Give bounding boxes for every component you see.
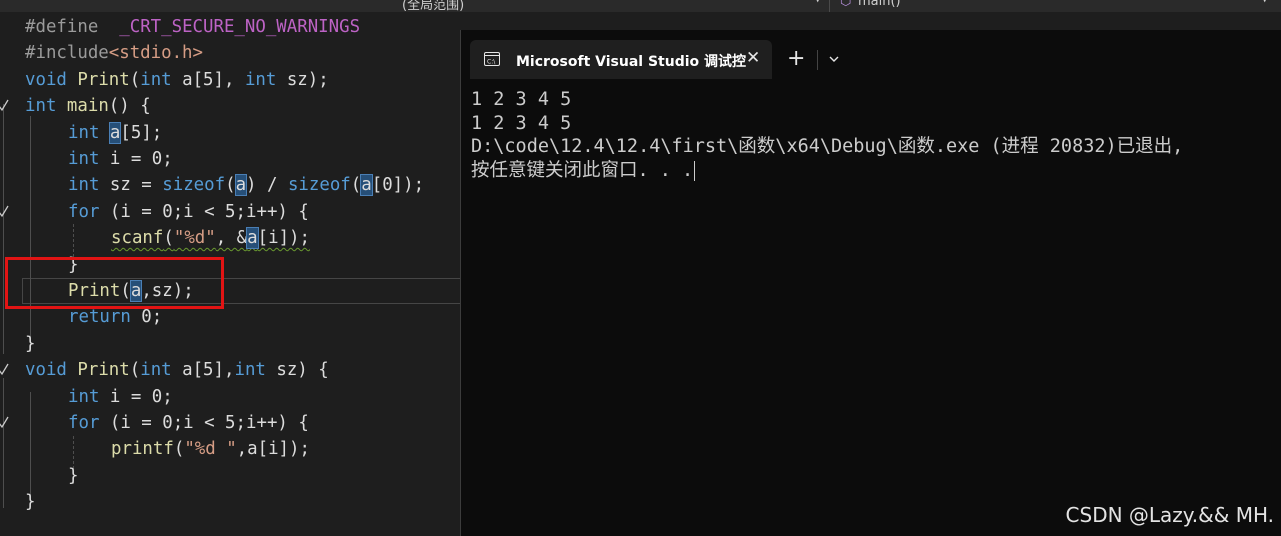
chevron-down-icon[interactable] [828, 53, 840, 65]
annotation-highlight-box [5, 257, 224, 309]
highlighted-symbol[interactable]: a [246, 227, 259, 249]
code-text: i = 0; [99, 149, 173, 169]
keyword: int [68, 123, 100, 143]
code-text: 0; [130, 307, 163, 327]
string-literal: "%d" [173, 228, 216, 248]
member-dropdown[interactable]: main() [858, 0, 901, 9]
code-line-5: int a[5]; [0, 120, 460, 146]
svg-text:C:\: C:\ [487, 59, 496, 66]
code-text: (i = 0;i < 5;i++) { [99, 202, 309, 222]
code-line-17: printf("%d ",a[i]); [111, 439, 310, 459]
code-line-1: #define _CRT_SECURE_NO_WARNINGS [0, 14, 460, 40]
cube-icon: ⬡ [840, 0, 852, 9]
macro-name: _CRT_SECURE_NO_WARNINGS [119, 17, 361, 37]
code-text: a[5], [171, 360, 235, 380]
preprocessor-directive: #include [25, 43, 109, 63]
editor-navigation-bar: (全局范围) ▾ ⬡ main() ▾ [0, 0, 1281, 12]
code-line-7: int sz = sizeof(a) / sizeof(a[0]); [68, 174, 425, 196]
chevron-down-icon[interactable]: ▾ [815, 0, 820, 6]
highlighted-symbol[interactable]: a [234, 174, 248, 196]
code-text: , & [215, 228, 248, 248]
console-output-line: 1 2 3 4 5 [471, 89, 572, 110]
code-text: } [68, 466, 79, 486]
keyword: int [68, 149, 100, 169]
code-line-15: int i = 0; [0, 384, 460, 410]
code-text: (i = 0;i < 5;i++) { [99, 413, 309, 433]
collapse-check-icon[interactable] [0, 360, 10, 378]
function-name: Print [77, 360, 130, 380]
code-line-4: int main() { [0, 93, 460, 119]
collapse-check-icon[interactable] [0, 413, 10, 431]
console-tab[interactable]: C:\ Microsoft Visual Studio 调试控 ✕ [470, 40, 772, 79]
code-line-9: scanf("%d", &a[i]); [111, 227, 310, 249]
code-text: sz) { [265, 360, 329, 380]
keyword: void [25, 360, 67, 380]
close-icon[interactable]: ✕ [746, 48, 760, 68]
collapse-check-icon[interactable] [0, 96, 10, 114]
keyword: int [140, 360, 172, 380]
toolbar-divider [829, 0, 830, 12]
highlighted-symbol[interactable]: a [108, 122, 122, 144]
watermark: CSDN @Lazy.&& MH. [1065, 503, 1274, 527]
code-text: sz); [276, 70, 329, 90]
keyword: return [68, 307, 131, 327]
code-line-6: int i = 0; [0, 146, 460, 172]
code-text: [0]); [371, 175, 425, 195]
keyword: int [68, 387, 100, 407]
new-tab-button[interactable]: + [787, 47, 805, 71]
preprocessor-directive: #define [25, 17, 99, 37]
console-output-line: 1 2 3 4 5 [471, 113, 572, 134]
console-tab-title: Microsoft Visual Studio 调试控 [516, 54, 747, 70]
code-line-18: } [0, 463, 460, 489]
console-prompt-text: 按任意键关闭此窗口. . . [471, 160, 694, 181]
code-text: i = 0; [99, 387, 173, 407]
code-text: () { [108, 96, 151, 116]
keyword: int [244, 70, 277, 90]
code-line-14: void Print(int a[5],int sz) { [0, 357, 460, 383]
code-text: ) / [246, 175, 288, 195]
include-header: <stdio.h> [108, 43, 203, 63]
keyword: sizeof [287, 175, 351, 195]
terminal-icon: C:\ [484, 52, 500, 66]
keyword: for [68, 413, 100, 433]
code-line-19: } [0, 489, 460, 515]
code-line-3: void Print(int a[5], int sz); [25, 70, 329, 90]
text-cursor [694, 161, 696, 181]
code-line-13: } [0, 331, 460, 357]
keyword: int [68, 175, 100, 195]
code-text: [i]); [257, 228, 310, 248]
function-name: printf [111, 439, 174, 459]
keyword: for [68, 202, 100, 222]
code-text: [5]; [120, 123, 163, 143]
keyword: sizeof [162, 175, 226, 195]
keyword: int [25, 96, 57, 116]
code-line-2: #include<stdio.h> [0, 40, 460, 66]
function-name: scanf [111, 228, 164, 248]
chevron-down-icon[interactable]: ▾ [1262, 0, 1267, 6]
code-text: } [25, 492, 36, 512]
code-editor[interactable]: #define _CRT_SECURE_NO_WARNINGS #include… [0, 12, 460, 536]
keyword: int [234, 360, 266, 380]
scope-dropdown[interactable]: (全局范围) [402, 0, 464, 12]
code-line-16: for (i = 0;i < 5;i++) { [0, 410, 460, 436]
collapse-check-icon[interactable] [0, 202, 10, 220]
code-text: a[5], [171, 70, 245, 90]
tab-divider [817, 50, 818, 70]
keyword: void [25, 70, 67, 90]
function-name: Print [77, 70, 130, 90]
function-name: main [66, 96, 109, 116]
code-text: } [25, 334, 36, 354]
code-text: ,a[i]); [236, 439, 310, 459]
debug-console-window: C:\ Microsoft Visual Studio 调试控 ✕ + 1 2 … [460, 30, 1281, 536]
keyword: int [140, 70, 172, 90]
string-literal: "%d " [184, 439, 237, 459]
highlighted-symbol[interactable]: a [360, 174, 373, 196]
console-output-line: 按任意键关闭此窗口. . . [471, 159, 696, 183]
code-line-8: for (i = 0;i < 5;i++) { [0, 199, 460, 225]
console-output-line: D:\code\12.4\12.4\first\函数\x64\Debug\函数.… [471, 136, 1184, 157]
code-text: sz = [99, 175, 163, 195]
